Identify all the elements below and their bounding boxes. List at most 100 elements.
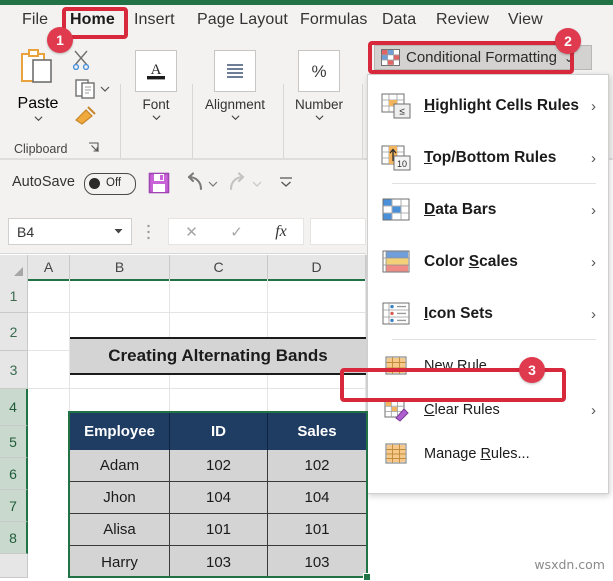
- table-cell[interactable]: 101: [170, 514, 268, 546]
- table-header-employee[interactable]: Employee: [70, 413, 170, 450]
- menu-item-top-bottom-rules[interactable]: 10 Top/Bottom Rules ›: [368, 135, 608, 181]
- redo-dropdown-chevron-icon[interactable]: [252, 179, 262, 189]
- annotation-badge-3: 3: [519, 357, 545, 383]
- copy-dropdown-chevron-icon[interactable]: [100, 84, 110, 94]
- cancel-x-icon[interactable]: ✕: [185, 223, 198, 241]
- table-cell[interactable]: 102: [170, 450, 268, 482]
- highlight-cells-icon: ≤: [380, 91, 414, 121]
- chevron-down-icon[interactable]: [231, 113, 240, 122]
- top-bottom-rules-icon: 10: [380, 143, 414, 173]
- alignment-lines-icon: [214, 50, 256, 92]
- font-group-button[interactable]: A Font: [130, 50, 182, 122]
- table-cell[interactable]: 103: [268, 546, 366, 578]
- row-header-5[interactable]: 5: [0, 426, 28, 458]
- menu-item-data-bars[interactable]: Data Bars ›: [368, 187, 608, 233]
- fx-icon[interactable]: fx: [275, 223, 287, 241]
- sheet-title-cell[interactable]: Creating Alternating Bands: [70, 337, 366, 375]
- alignment-group-button[interactable]: Alignment: [196, 50, 274, 122]
- menu-item-label: Icon Sets: [424, 305, 493, 322]
- column-header-b[interactable]: B: [70, 255, 170, 279]
- tab-page-layout[interactable]: Page Layout: [197, 11, 288, 29]
- tab-file[interactable]: File: [22, 11, 48, 29]
- chevron-down-icon[interactable]: [152, 113, 161, 122]
- svg-text:10: 10: [397, 159, 407, 169]
- tab-insert[interactable]: Insert: [134, 11, 175, 29]
- enter-check-icon[interactable]: ✓: [230, 223, 243, 241]
- tab-data[interactable]: Data: [382, 11, 416, 29]
- table-cell[interactable]: Harry: [70, 546, 170, 578]
- submenu-arrow-icon: ›: [591, 253, 596, 271]
- table-cell[interactable]: Jhon: [70, 482, 170, 514]
- number-group-button[interactable]: % Number: [287, 50, 351, 122]
- table-cell[interactable]: 103: [170, 546, 268, 578]
- menu-item-label: Color Scales: [424, 253, 518, 270]
- table-header-sales[interactable]: Sales: [268, 413, 366, 450]
- site-watermark: wsxdn.com: [534, 557, 605, 572]
- undo-dropdown-chevron-icon[interactable]: [208, 179, 218, 189]
- undo-arrow-icon[interactable]: [184, 172, 206, 194]
- clipboard-group-label: Clipboard: [14, 142, 68, 156]
- row-header-6[interactable]: 6: [0, 458, 28, 490]
- svg-text:≤: ≤: [399, 107, 405, 118]
- quick-access-toolbar: AutoSave Off: [0, 160, 366, 208]
- table-cell[interactable]: 104: [268, 482, 366, 514]
- menu-item-manage-rules[interactable]: Manage Rules...: [368, 431, 608, 477]
- row-header-2[interactable]: 2: [0, 313, 28, 351]
- chevron-down-icon[interactable]: [114, 228, 123, 235]
- column-header-d[interactable]: D: [268, 255, 366, 279]
- menu-item-label: Manage Rules...: [424, 446, 530, 462]
- chevron-down-icon[interactable]: [34, 114, 43, 123]
- data-bars-icon: [380, 195, 414, 225]
- row-header-4[interactable]: 4: [0, 389, 28, 426]
- svg-text:A: A: [151, 62, 162, 78]
- select-all-corner[interactable]: [0, 255, 28, 279]
- formula-bar-actions: ✕ ✓ fx: [168, 218, 304, 245]
- menu-item-label: Clear Rules: [424, 402, 500, 418]
- annotation-badge-2: 2: [555, 28, 581, 54]
- paste-clipboard-icon: [21, 49, 52, 83]
- autosave-toggle[interactable]: Off: [84, 173, 136, 195]
- tab-review[interactable]: Review: [436, 11, 489, 29]
- row-header-9[interactable]: [0, 554, 28, 578]
- paste-button[interactable]: Paste: [12, 48, 64, 123]
- row-header-1[interactable]: 1: [0, 279, 28, 313]
- tab-view[interactable]: View: [508, 11, 543, 29]
- name-box-value: B4: [17, 223, 35, 240]
- manage-rules-icon: [380, 439, 414, 469]
- copy-icon[interactable]: [74, 78, 98, 100]
- column-header-a[interactable]: A: [28, 255, 70, 279]
- menu-item-label: Highlight Cells Rules: [424, 97, 580, 114]
- fill-handle[interactable]: [363, 573, 371, 581]
- menu-item-color-scales[interactable]: Color Scales ›: [368, 239, 608, 285]
- menu-item-icon-sets[interactable]: Icon Sets ›: [368, 291, 608, 337]
- formula-bar-grip-icon: [147, 224, 150, 240]
- submenu-arrow-icon: ›: [591, 97, 596, 115]
- redo-arrow-icon[interactable]: [226, 172, 248, 194]
- table-cell[interactable]: Adam: [70, 450, 170, 482]
- color-scales-icon: [380, 247, 414, 277]
- formula-input[interactable]: [310, 218, 366, 245]
- table-cell[interactable]: Alisa: [70, 514, 170, 546]
- column-header-row: A B C D: [0, 255, 366, 281]
- save-disk-icon[interactable]: [148, 172, 170, 194]
- table-cell[interactable]: 104: [170, 482, 268, 514]
- tab-formulas[interactable]: Formulas: [300, 11, 367, 29]
- table-cell[interactable]: 102: [268, 450, 366, 482]
- menu-item-highlight-cells-rules[interactable]: ≤ Highlight Cells Rules ›: [368, 83, 608, 129]
- row-header-3[interactable]: 3: [0, 351, 28, 389]
- row-header-8[interactable]: 8: [0, 522, 28, 554]
- row-header-7[interactable]: 7: [0, 490, 28, 522]
- column-header-c[interactable]: C: [170, 255, 268, 279]
- table-header-id[interactable]: ID: [170, 413, 268, 450]
- cut-scissors-icon[interactable]: [72, 50, 94, 70]
- autosave-state: Off: [106, 177, 122, 189]
- menu-item-label: Top/Bottom Rules: [424, 149, 557, 166]
- conditional-formatting-menu: ≤ Highlight Cells Rules › 10 Top/Bottom …: [367, 74, 609, 494]
- annotation-badge-1: 1: [47, 27, 73, 53]
- chevron-down-icon[interactable]: [315, 113, 324, 122]
- format-painter-icon[interactable]: [72, 104, 98, 126]
- name-box[interactable]: B4: [8, 218, 132, 245]
- table-cell[interactable]: 101: [268, 514, 366, 546]
- customize-toolbar-icon[interactable]: [278, 175, 294, 189]
- clipboard-dialog-launcher-icon[interactable]: [88, 142, 100, 154]
